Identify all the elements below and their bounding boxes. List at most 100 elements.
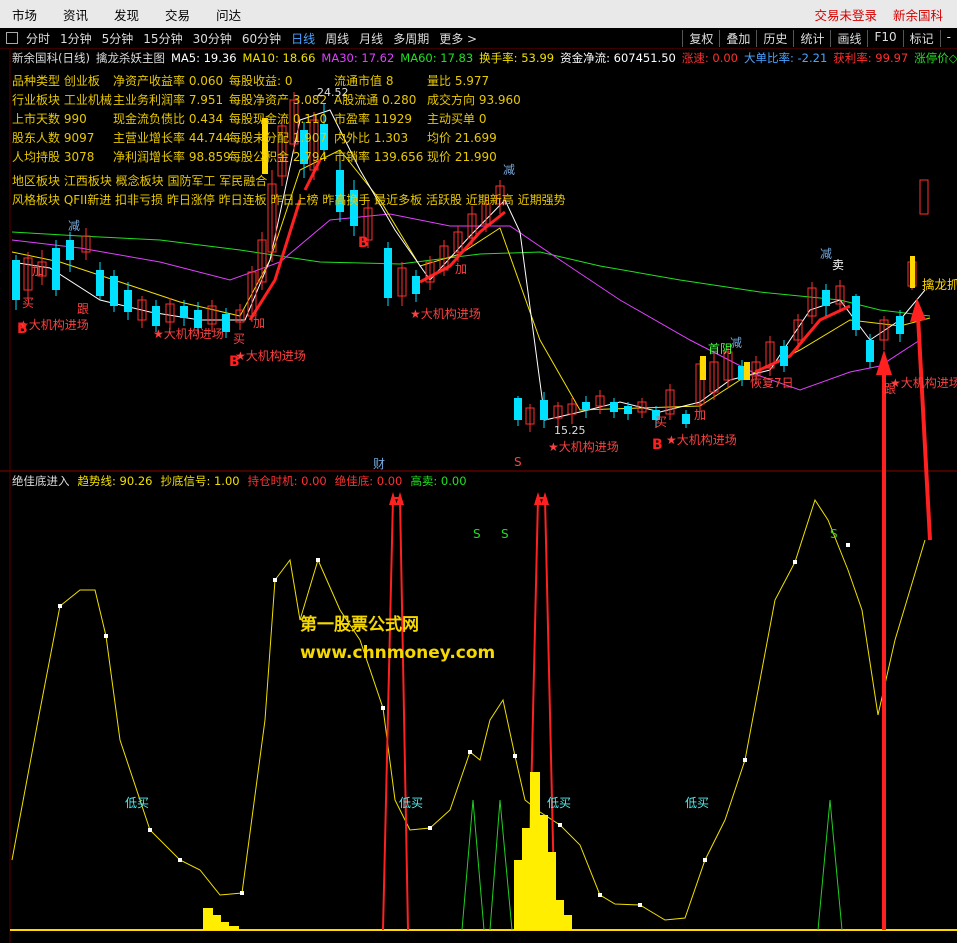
candle-body-down	[52, 248, 60, 290]
candle-body-down	[514, 398, 522, 420]
lower-indicator-title[interactable]: 绝佳底进入	[12, 473, 70, 489]
trend-dot	[793, 560, 797, 564]
info-cell: 均价 21.699	[427, 131, 497, 145]
volume-block	[514, 860, 522, 930]
trend-dot	[428, 826, 432, 830]
jia-label-3: 加	[455, 262, 468, 276]
buy-mark-4: B	[652, 437, 663, 453]
trend-dot	[558, 823, 562, 827]
big-arrow-head	[876, 350, 892, 375]
inst-label-7: ★大机构进场	[890, 376, 957, 390]
volume-block	[564, 915, 572, 930]
candle-body-down	[12, 260, 20, 300]
low-buy-label-3: 低买	[547, 796, 572, 810]
buy-mark-3: B	[358, 235, 369, 251]
volume-block	[203, 908, 213, 930]
s-mark-upper: S	[514, 455, 522, 469]
trend-dot	[58, 604, 62, 608]
inst-label-5: ★大机构进场	[548, 440, 619, 454]
buy-mark-2: B	[229, 354, 240, 370]
candle-body-down	[582, 402, 590, 410]
ma10-line	[11, 149, 931, 411]
green-spike	[817, 799, 843, 931]
candle-body-down	[180, 306, 188, 318]
low-buy-label-2: 低买	[399, 796, 424, 810]
trend-dot	[638, 903, 642, 907]
info-cell: 每股公积金 2.794	[229, 150, 328, 164]
gen-label-2: 跟	[884, 382, 897, 396]
great-bottom-value: 绝佳底: 0.00	[334, 474, 403, 488]
info-cell: 市盈率 11929	[334, 112, 412, 126]
trend-dot	[178, 858, 182, 862]
lower-s-3: S	[830, 527, 838, 541]
volume-block	[229, 926, 239, 930]
candle-body-down	[152, 306, 160, 326]
jian-label-3: 减	[820, 247, 833, 261]
volume-block	[556, 900, 564, 930]
gen-label-1: 跟	[77, 302, 90, 316]
candle-body-down	[780, 346, 788, 366]
info-cell: 现价 21.990	[427, 150, 497, 164]
highlight-bar	[910, 256, 915, 288]
lower-s-1: S	[473, 527, 481, 541]
low-buy-label-4: 低买	[685, 796, 710, 810]
qinlong-label: 擒龙抓	[922, 277, 957, 292]
candle-body-down	[96, 270, 104, 296]
info-cell: 主业务利润率 7.951	[113, 93, 224, 107]
info-cell: 净利润增长率 98.859	[113, 150, 231, 164]
info-cell: 品种类型 创业板	[12, 74, 100, 88]
trend-dot	[743, 758, 747, 762]
jia-label-1: 加	[32, 264, 45, 278]
green-spike	[489, 799, 513, 931]
trend-dot	[598, 893, 602, 897]
info-cell: 股东人数 9097	[12, 131, 95, 145]
mai-label-1: 买	[22, 296, 35, 310]
candle-body-down	[852, 296, 860, 330]
info-cell: 每股净资产 3.082	[229, 93, 328, 107]
lower-indicator-header: 绝佳底进入 趋势线: 90.26 抄底信号: 1.00 持仓时机: 0.00 绝…	[0, 472, 957, 490]
candle-body-down	[110, 276, 118, 306]
info-cell: 现金流负债比 0.434	[113, 112, 224, 126]
trend-dot	[703, 858, 707, 862]
candle-body-down	[682, 414, 690, 424]
info-cell: 内外比 1.303	[334, 131, 409, 145]
watermark-title: 第一股票公式网	[300, 615, 419, 635]
trend-dot	[381, 706, 385, 710]
region-board: 地区板块 江西板块 概念板块 国防军工 军民融合	[12, 174, 268, 188]
candle-body-down	[540, 400, 548, 420]
style-board: 风格板块 QFII新进 扣非亏损 昨日涨停 昨日连板 昨日上榜 昨高换手 最近多…	[12, 193, 566, 207]
jian-label-2: 减	[503, 163, 516, 177]
volume-block	[221, 922, 229, 930]
candle-body-down	[66, 240, 74, 260]
ma60-line	[11, 231, 931, 317]
lower-lines	[10, 298, 957, 931]
big-arrow-head	[910, 298, 926, 322]
inst-label-4: ★大机构进场	[410, 307, 481, 321]
volume-block	[530, 772, 540, 930]
lower-s-2: S	[501, 527, 509, 541]
mai-label-2: 买	[233, 332, 246, 346]
trend-dot	[104, 634, 108, 638]
trend-line-value: 趋势线: 90.26	[77, 474, 153, 488]
info-cell: 每股现金流 0.110	[229, 112, 328, 126]
jian-label-1: 减	[68, 219, 81, 233]
candle-body-down	[624, 406, 632, 414]
big-arrow-shaft	[916, 315, 932, 541]
inst-label-2: ★大机构进场	[153, 327, 224, 341]
candle-body-down	[896, 316, 904, 334]
info-cell: 行业板块 工业机械	[12, 93, 112, 107]
huifu7-label: 恢复7日	[750, 376, 794, 390]
low-buy-label-1: 低买	[125, 796, 150, 810]
volume-block	[522, 828, 530, 930]
info-cell: 净资产收益率 0.060	[113, 74, 224, 88]
limit-box	[919, 179, 929, 215]
info-cell: 人均持股 3078	[12, 150, 95, 164]
candle-body-down	[412, 276, 420, 294]
green-spike	[461, 799, 485, 931]
candle-body-down	[866, 340, 874, 362]
mai-label-3: 买	[655, 415, 668, 429]
hold-time-value: 持仓时机: 0.00	[247, 474, 327, 488]
buy-mark-1: B	[17, 321, 28, 337]
trend-dot	[273, 578, 277, 582]
cai-label: 财	[373, 457, 386, 471]
